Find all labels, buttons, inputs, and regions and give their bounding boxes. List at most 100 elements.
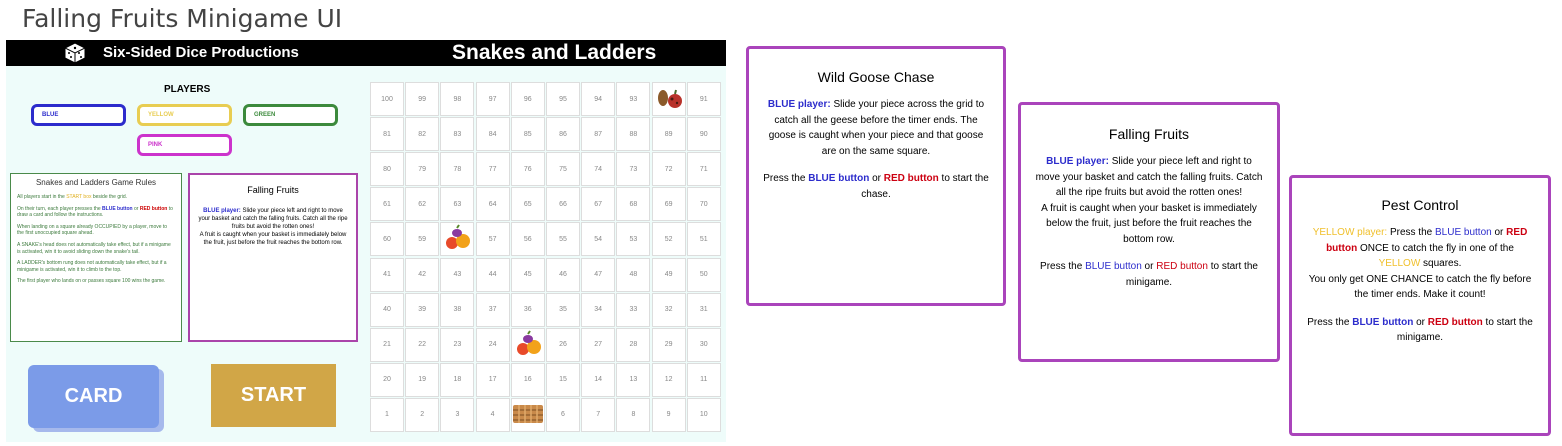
square-number: 16 [523, 376, 532, 384]
board-square-69: 69 [651, 187, 686, 222]
square-number: 8 [631, 411, 636, 419]
board-square-91: 91 [686, 82, 721, 116]
card-title: Wild Goose Chase [817, 69, 935, 85]
board-square-3: 3 [440, 397, 475, 432]
board-square-40: 40 [370, 292, 404, 327]
square-number: 38 [453, 306, 462, 314]
square-number: 98 [453, 95, 462, 103]
square-number: 77 [488, 165, 497, 173]
board-square-45: 45 [510, 257, 545, 292]
square-number: 45 [523, 271, 532, 278]
square-number: 99 [418, 95, 427, 103]
square-number: 23 [453, 341, 462, 349]
square-number: 1 [385, 411, 389, 419]
board-square-37: 37 [475, 292, 510, 327]
board-square-86: 86 [546, 117, 580, 152]
square-number: 41 [383, 271, 391, 278]
square-number: 18 [453, 376, 462, 384]
square-number: 33 [629, 306, 638, 314]
square-number: 2 [420, 411, 425, 419]
square-number: 76 [523, 165, 532, 173]
square-number: 13 [629, 376, 638, 384]
board-square-66: 66 [546, 187, 580, 222]
board-square-14: 14 [581, 362, 616, 397]
board-square-23: 23 [440, 327, 475, 362]
board-square-36: 36 [510, 292, 545, 327]
rule-win: The first player who lands on or passes … [17, 278, 166, 285]
board-square-87: 87 [581, 117, 616, 152]
square-number: 100 [381, 95, 393, 103]
fruit-icon [443, 224, 471, 254]
board-square-13: 13 [616, 362, 651, 397]
board-square-46: 46 [546, 257, 580, 292]
board-square-24: 24 [475, 327, 510, 362]
square-number: 24 [488, 341, 497, 349]
board-square-76: 76 [510, 152, 545, 187]
square-number: 12 [664, 376, 673, 384]
board-square-42: 42 [405, 257, 440, 292]
square-number: 7 [596, 411, 601, 419]
square-number: 80 [383, 165, 391, 173]
rule-ladder: A LADDER's bottom rung does not automati… [17, 260, 167, 273]
board-square-47: 47 [581, 257, 616, 292]
board-square-85: 85 [510, 117, 545, 152]
card-instructions: Press the BLUE button or RED button to s… [1040, 261, 1258, 288]
square-number: 6 [561, 411, 565, 419]
square-number: 97 [488, 95, 497, 103]
board-square-62: 62 [405, 187, 440, 222]
square-number: 28 [629, 341, 638, 349]
square-number: 82 [418, 130, 427, 138]
card-falling-fruits: Falling Fruits BLUE player: Slide your p… [1018, 102, 1280, 362]
board-square-20: 20 [370, 362, 404, 397]
players-heading: PLAYERS [164, 84, 211, 95]
board-square-59: 59 [405, 222, 440, 257]
company-name: Six-Sided Dice Productions [103, 44, 299, 61]
board-square-34: 34 [581, 292, 616, 327]
square-number: 21 [383, 341, 391, 349]
card-title: Pest Control [1381, 197, 1459, 213]
minigame-panel: Falling Fruits BLUE player: Slide your p… [188, 173, 358, 342]
board-square-31: 31 [686, 292, 721, 327]
square-number: 78 [453, 165, 462, 173]
square-number: 56 [523, 235, 532, 243]
rules-title: Snakes and Ladders Game Rules [35, 178, 157, 187]
square-number: 47 [594, 271, 603, 278]
board-square-58 [440, 222, 475, 257]
board-square-100: 100 [370, 82, 404, 116]
board-square-32: 32 [651, 292, 686, 327]
board-square-54: 54 [581, 222, 616, 257]
board-square-63: 63 [440, 187, 475, 222]
board-square-30: 30 [686, 327, 721, 362]
board-square-75: 75 [546, 152, 580, 187]
square-number: 22 [418, 341, 427, 349]
board-square-38: 38 [440, 292, 475, 327]
square-number: 37 [488, 306, 497, 314]
square-number: 34 [594, 306, 603, 314]
board-square-2: 2 [405, 397, 440, 432]
square-number: 46 [559, 271, 567, 278]
dice-icon [64, 42, 86, 64]
board-square-82: 82 [405, 117, 440, 152]
board-square-74: 74 [581, 152, 616, 187]
board-square-19: 19 [405, 362, 440, 397]
square-number: 55 [559, 235, 567, 243]
board-square-73: 73 [616, 152, 651, 187]
square-number: 31 [699, 306, 708, 314]
square-number: 94 [594, 95, 603, 103]
board-square-1: 1 [370, 397, 404, 432]
card-description-2: You only get ONE CHANCE to catch the fly… [1308, 273, 1532, 301]
board-square-9: 9 [651, 397, 686, 432]
board-square-65: 65 [510, 187, 545, 222]
card-instructions: Press the BLUE button or RED button to s… [1307, 316, 1533, 344]
start-button[interactable]: START [211, 364, 336, 427]
board-square-88: 88 [616, 117, 651, 152]
square-number: 14 [594, 376, 603, 384]
board-square-49: 49 [651, 257, 686, 292]
card-title: Falling Fruits [1108, 126, 1190, 142]
square-number: 70 [699, 200, 708, 208]
card-button[interactable]: CARD [28, 365, 159, 428]
board-square-78: 78 [440, 152, 475, 187]
board-square-52: 52 [651, 222, 686, 257]
square-number: 79 [418, 165, 427, 173]
square-number: 67 [594, 200, 603, 208]
